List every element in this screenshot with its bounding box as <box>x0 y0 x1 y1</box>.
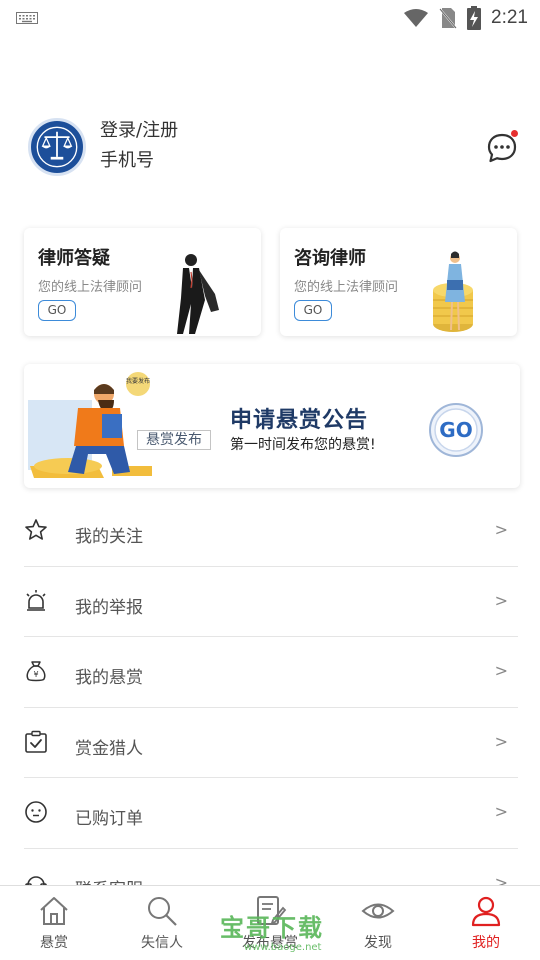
tab-reward[interactable]: 悬赏 <box>0 886 108 960</box>
status-bar: 2:21 <box>0 0 540 36</box>
go-button[interactable]: GO <box>38 300 76 321</box>
bottom-tab-bar: 悬赏 失信人 发布悬赏 发现 我的 <box>0 885 540 960</box>
banner-subline: 第一时间发布您的悬赏! <box>230 437 376 453</box>
menu-item-bounty-hunter[interactable]: 赏金猎人 > <box>24 708 518 778</box>
unread-dot <box>511 130 518 137</box>
go-badge-icon[interactable]: GO <box>428 402 484 458</box>
coins-woman-illustration <box>433 251 473 332</box>
menu-list: 我的关注 > 我的举报 > ¥ 我的悬赏 > 赏金猎人 > 已购订单 > > <box>24 496 518 919</box>
bubble-text: 我要发布 <box>126 377 150 385</box>
card-title: 咨询律师 <box>294 248 366 269</box>
star-icon <box>25 519 47 540</box>
phone-label: 手机号 <box>100 150 154 171</box>
scales-emblem-icon <box>32 122 82 172</box>
card-subtitle: 您的线上法律顾问 <box>38 280 143 295</box>
tab-label: 发布悬赏 <box>242 935 298 951</box>
tab-defaulters[interactable]: 失信人 <box>108 886 216 960</box>
reward-publish-tag: 悬赏发布 <box>137 430 211 450</box>
tab-discover[interactable]: 发现 <box>324 886 432 960</box>
go-badge-text: GO <box>439 418 472 442</box>
menu-item-my-follows[interactable]: 我的关注 > <box>24 496 518 567</box>
tab-label: 失信人 <box>141 935 183 951</box>
businessman-illustration <box>177 254 219 334</box>
money-bag-icon: ¥ <box>26 661 46 682</box>
menu-item-my-reports[interactable]: 我的举报 > <box>24 567 518 637</box>
wifi-icon <box>404 9 429 27</box>
card-subtitle: 您的线上法律顾问 <box>294 280 399 295</box>
keyboard-icon <box>16 12 38 24</box>
chevron-right-icon: > <box>494 520 508 539</box>
chevron-right-icon: > <box>494 661 508 680</box>
go-button[interactable]: GO <box>294 300 332 321</box>
chevron-right-icon: > <box>494 731 508 751</box>
menu-item-purchased-orders[interactable]: 已购订单 > <box>24 778 518 849</box>
reading-man-illustration: 我要发布 <box>28 372 152 478</box>
login-register-link[interactable]: 登录/注册 <box>100 116 178 142</box>
menu-label: 我的举报 <box>75 597 143 618</box>
status-time: 2:21 <box>491 7 528 28</box>
person-icon <box>471 896 501 927</box>
profile-header[interactable]: 登录/注册 手机号 <box>28 114 518 184</box>
svg-text:¥: ¥ <box>33 670 38 679</box>
checklist-icon <box>25 730 47 753</box>
banner-headline: 申请悬赏公告 <box>230 408 369 433</box>
battery-charging-icon <box>467 6 482 30</box>
alarm-icon <box>26 589 46 611</box>
home-icon <box>40 897 68 925</box>
chevron-right-icon: > <box>494 802 508 821</box>
reward-apply-banner[interactable]: 我要发布 悬赏发布 申请悬赏公告 第一时间发布您的悬赏! GO <box>24 364 520 488</box>
tab-mine[interactable]: 我的 <box>432 886 540 960</box>
menu-label: 已购订单 <box>75 809 143 829</box>
edit-icon <box>257 896 287 925</box>
menu-label: 我的关注 <box>75 527 143 547</box>
eye-icon <box>361 903 395 919</box>
tab-publish-reward[interactable]: 发布悬赏 <box>216 886 324 960</box>
tab-label: 发现 <box>364 935 392 951</box>
tab-label: 悬赏 <box>40 935 68 951</box>
no-sim-icon <box>439 8 457 29</box>
search-icon <box>148 897 177 926</box>
menu-label: 我的悬赏 <box>75 668 143 688</box>
chevron-right-icon: > <box>494 590 508 610</box>
lawyer-qa-card[interactable]: 律师答疑 您的线上法律顾问 GO <box>24 228 261 336</box>
card-title: 律师答疑 <box>38 248 110 269</box>
consult-lawyer-card[interactable]: 咨询律师 您的线上法律顾问 GO <box>280 228 517 336</box>
tab-label: 我的 <box>472 935 500 951</box>
smile-icon <box>25 801 47 823</box>
menu-label: 赏金猎人 <box>75 738 143 759</box>
menu-item-my-rewards[interactable]: ¥ 我的悬赏 > <box>24 637 518 708</box>
avatar[interactable] <box>28 118 86 176</box>
